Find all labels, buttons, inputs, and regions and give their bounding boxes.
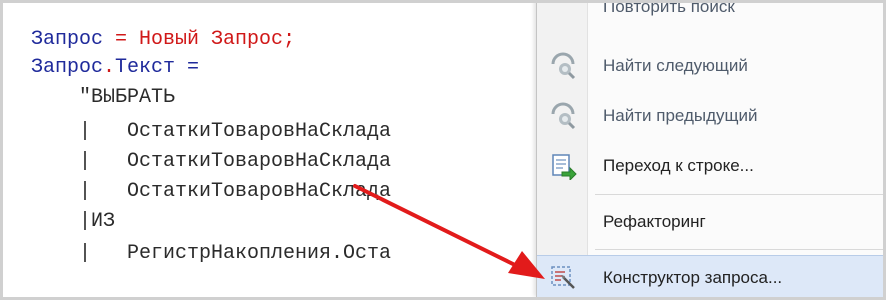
menu-item-label: Переход к строке... xyxy=(603,156,754,175)
dot-token: . xyxy=(103,56,116,79)
goto-line-icon xyxy=(549,152,577,182)
menu-item-refactoring[interactable]: Рефакторинг xyxy=(537,200,883,244)
code-line-5[interactable]: | ОстаткиТоваровНаСклада xyxy=(31,148,391,176)
variable-token: Запрос xyxy=(31,56,104,79)
menu-item-find-next[interactable]: Найти следующий xyxy=(537,44,883,88)
variable-token: Запрос xyxy=(31,28,104,51)
code-line-8[interactable]: | РегистрНакопления.Оста xyxy=(31,240,391,268)
menu-item-label: Повторить поиск xyxy=(603,3,735,16)
code-line-2[interactable]: Запрос.Текст = xyxy=(31,54,199,82)
operator-token: = xyxy=(103,28,140,51)
semicolon-token: ; xyxy=(283,28,296,51)
menu-separator xyxy=(595,249,883,250)
screenshot-frame: Запрос = Новый Запрос; Запрос.Текст = "В… xyxy=(3,3,883,297)
menu-item-repeat-search[interactable]: Повторить поиск xyxy=(537,3,883,29)
menu-separator xyxy=(595,194,883,195)
menu-item-label: Рефакторинг xyxy=(603,212,706,231)
assign-token: = xyxy=(175,56,200,79)
menu-item-label: Найти предыдущий xyxy=(603,106,758,125)
query-builder-icon xyxy=(549,264,577,292)
code-line-6[interactable]: | ОстаткиТоваровНаСклада xyxy=(31,178,391,206)
menu-item-find-previous[interactable]: Найти предыдущий xyxy=(537,94,883,138)
code-line-7[interactable]: |ИЗ xyxy=(31,208,115,236)
menu-item-label: Найти следующий xyxy=(603,56,748,75)
property-token: Текст xyxy=(115,56,176,79)
code-line-1[interactable]: Запрос = Новый Запрос; xyxy=(31,26,295,54)
find-next-icon xyxy=(549,52,577,80)
code-line-3[interactable]: "ВЫБРАТЬ xyxy=(31,84,175,112)
find-previous-icon xyxy=(549,102,577,130)
menu-item-query-builder[interactable]: Конструктор запроса... xyxy=(537,255,883,297)
menu-item-label: Конструктор запроса... xyxy=(603,268,783,287)
constructor-token: Новый Запрос xyxy=(139,28,284,51)
code-line-4[interactable]: | ОстаткиТоваровНаСклада xyxy=(31,118,391,146)
context-menu: Повторить поиск Найти следующий Найти пр… xyxy=(536,3,883,297)
menu-item-goto-line[interactable]: Переход к строке... xyxy=(537,144,883,188)
